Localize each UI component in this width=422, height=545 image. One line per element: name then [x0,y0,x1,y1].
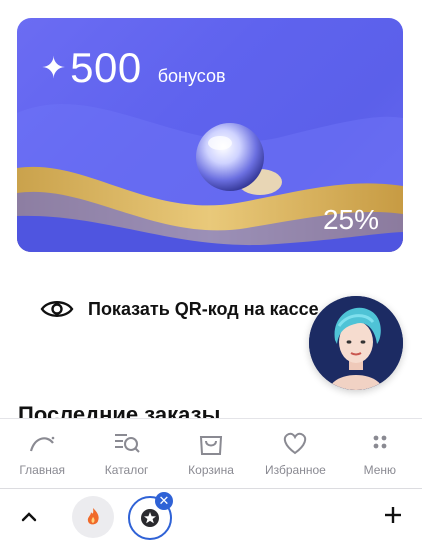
bonus-card[interactable]: ✦ 500 бонусов 25% [17,18,403,252]
menu-dots-icon [373,435,387,449]
heart-icon [284,432,307,455]
tab-favorites-label: Избранное [265,463,326,477]
tab-cart[interactable]: Корзина [169,419,253,488]
assistant-avatar[interactable] [309,296,403,390]
bonus-amount: 500 [70,44,142,91]
tab-cart-label: Корзина [188,463,234,477]
avatar-image [309,296,403,390]
tab-menu-label: Меню [363,463,397,477]
tab-catalog-label: Каталог [104,463,149,477]
browser-tab-fire[interactable] [72,496,114,538]
catalog-search-icon [114,434,140,453]
show-qr-button[interactable]: Показать QR-код на кассе [40,296,319,322]
chevron-up-icon[interactable] [18,506,40,528]
eye-icon [40,301,74,317]
cart-bag-icon [199,436,223,455]
bonus-percent: 25% [322,204,379,235]
star-badge-icon [141,509,159,527]
show-qr-label: Показать QR-код на кассе [88,298,319,319]
bottom-tab-bar: Главная Каталог Корзина Избранное Меню [0,418,422,488]
close-tab-icon[interactable]: ✕ [155,492,173,510]
tab-home-label: Главная [19,463,66,477]
home-arc-icon [30,436,55,452]
bonus-unit: бонусов [157,66,226,86]
bonus-balance: ✦ 500 бонусов [41,44,226,92]
tab-menu[interactable]: Меню [338,419,422,488]
tab-catalog[interactable]: Каталог [84,419,168,488]
plus-icon[interactable] [382,504,404,526]
browser-toolbar [0,488,422,545]
flame-icon [87,508,99,525]
sparkle-icon: ✦ [41,52,67,85]
tab-favorites[interactable]: Избранное [253,419,337,488]
tab-home[interactable]: Главная [0,419,84,488]
